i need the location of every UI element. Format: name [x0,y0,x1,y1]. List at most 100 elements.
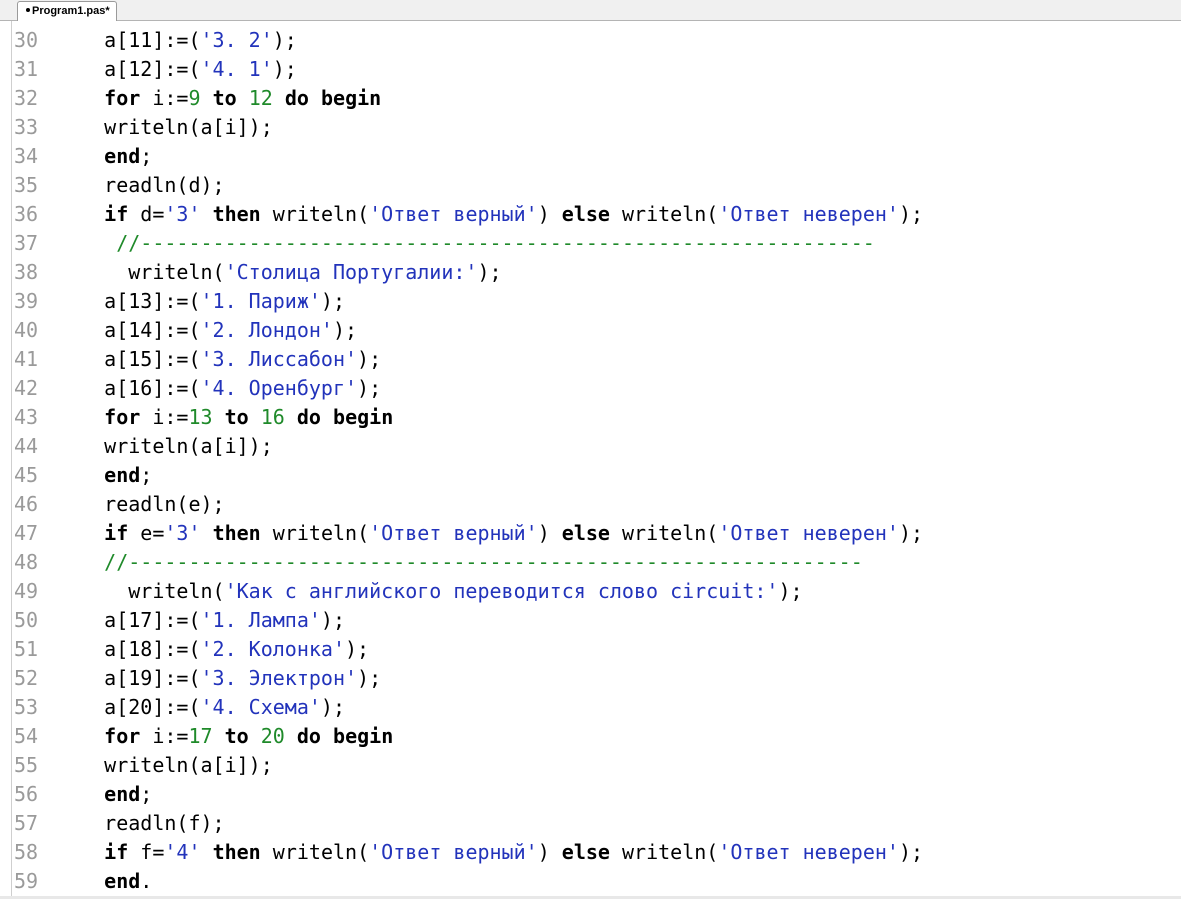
code-token: writeln( [56,579,225,603]
code-token: writeln(a[i]); [56,434,273,458]
code-line[interactable]: 43 for i:=13 to 16 do begin [0,403,1181,432]
code-line[interactable]: 57 readln(f); [0,809,1181,838]
keyword-token: begin [333,405,394,429]
code-token: a[12]:=( [56,57,201,81]
code-token: ); [345,637,370,661]
code-line[interactable]: 41 a[15]:=('3. Лиссабон'); [0,345,1181,374]
line-number: 36 [14,202,39,226]
line-number: 40 [14,318,39,342]
code-line[interactable]: 59 end. [0,867,1181,896]
keyword-token: for [104,86,141,110]
code-line[interactable]: 37 //-----------------------------------… [0,229,1181,258]
code-line[interactable]: 55 writeln(a[i]); [0,751,1181,780]
code-line[interactable]: 49 writeln('Как с английского переводитс… [0,577,1181,606]
code-line[interactable]: 50 a[17]:=('1. Лампа'); [0,606,1181,635]
code-token: a[18]:=( [56,637,201,661]
code-line[interactable]: 31 a[12]:=('4. 1'); [0,55,1181,84]
code-token: writeln( [609,202,719,226]
code-text: if d='3' then writeln('Ответ верный') el… [56,200,923,229]
code-line[interactable]: 32 for i:=9 to 12 do begin [0,84,1181,113]
code-line[interactable]: 45 end; [0,461,1181,490]
code-text: writeln('Столица Португалии:'); [56,258,501,287]
code-line[interactable]: 46 readln(e); [0,490,1181,519]
code-line[interactable]: 44 writeln(a[i]); [0,432,1181,461]
string-token: 'Ответ верный' [369,521,538,545]
code-line[interactable]: 35 readln(d); [0,171,1181,200]
code-text: end; [56,780,152,809]
code-line[interactable]: 42 a[16]:=('4. Оренбург'); [0,374,1181,403]
line-number: 56 [14,782,39,806]
code-token: readln(d); [56,173,225,197]
keyword-token: if [104,202,129,226]
string-token: '3. Электрон' [200,666,358,690]
line-number: 39 [14,289,39,313]
line-number: 35 [14,173,39,197]
line-number: 54 [14,724,39,748]
keyword-token: to [224,724,249,748]
code-token: readln(f); [56,811,225,835]
number-token: 20 [260,724,285,748]
code-token: a[20]:=( [56,695,201,719]
code-line[interactable]: 30 a[11]:=('3. 2'); [0,26,1181,55]
code-line[interactable]: 48 //-----------------------------------… [0,548,1181,577]
keyword-token: then [212,840,261,864]
comment-token: //--------------------------------------… [104,550,863,574]
code-token: writeln( [260,840,370,864]
code-token: ); [320,695,346,719]
code-line[interactable]: 53 a[20]:=('4. Схема'); [0,693,1181,722]
code-text: a[13]:=('1. Париж'); [56,287,345,316]
code-token: writeln( [609,521,719,545]
code-line[interactable]: 47 if e='3' then writeln('Ответ верный')… [0,519,1181,548]
code-token: writeln( [260,521,370,545]
code-text: a[17]:=('1. Лампа'); [56,606,345,635]
tab-bar: Program1.pas* [0,0,1181,22]
number-token: 16 [260,405,285,429]
code-text: readln(e); [56,490,224,519]
line-number: 48 [14,550,39,574]
code-line[interactable]: 33 writeln(a[i]); [0,113,1181,142]
code-token: ); [898,202,924,226]
code-line[interactable]: 56 end; [0,780,1181,809]
code-line[interactable]: 36 if d='3' then writeln('Ответ верный')… [0,200,1181,229]
code-token: ); [272,28,297,52]
code-lines: 30 a[11]:=('3. 2'); 31 a[12]:=('4. 1'); 32… [0,26,1181,896]
code-line[interactable]: 52 a[19]:=('3. Электрон'); [0,664,1181,693]
line-number: 51 [14,637,39,661]
string-token: 'Ответ неверен' [718,521,899,545]
string-token: 'Столица Португалии:' [224,260,478,284]
tab-program1[interactable]: Program1.pas* [17,1,117,22]
code-token: ); [272,57,297,81]
code-text: end; [56,461,152,490]
code-line[interactable]: 58 if f='4' then writeln('Ответ верный')… [0,838,1181,867]
code-token: ; [140,782,153,806]
code-token: ; [140,463,153,487]
code-token: i:= [140,724,189,748]
keyword-token: if [104,840,129,864]
code-token: ) [537,840,562,864]
code-line[interactable]: 40 a[14]:=('2. Лондон'); [0,316,1181,345]
code-text: a[11]:=('3. 2'); [56,26,297,55]
code-line[interactable]: 54 for i:=17 to 20 do begin [0,722,1181,751]
line-number: 58 [14,840,39,864]
code-line[interactable]: 39 a[13]:=('1. Париж'); [0,287,1181,316]
code-token: a[15]:=( [56,347,201,371]
code-text: end. [56,867,152,896]
code-line[interactable]: 51 a[18]:=('2. Колонка'); [0,635,1181,664]
code-text: writeln('Как с английского переводится с… [56,577,802,606]
code-editor[interactable]: 30 a[11]:=('3. 2'); 31 a[12]:=('4. 1'); 32… [0,21,1181,899]
code-line[interactable]: 38 writeln('Столица Португалии:'); [0,258,1181,287]
code-line[interactable]: 34 end; [0,142,1181,171]
code-token: writeln( [609,840,719,864]
number-token: 13 [188,405,213,429]
